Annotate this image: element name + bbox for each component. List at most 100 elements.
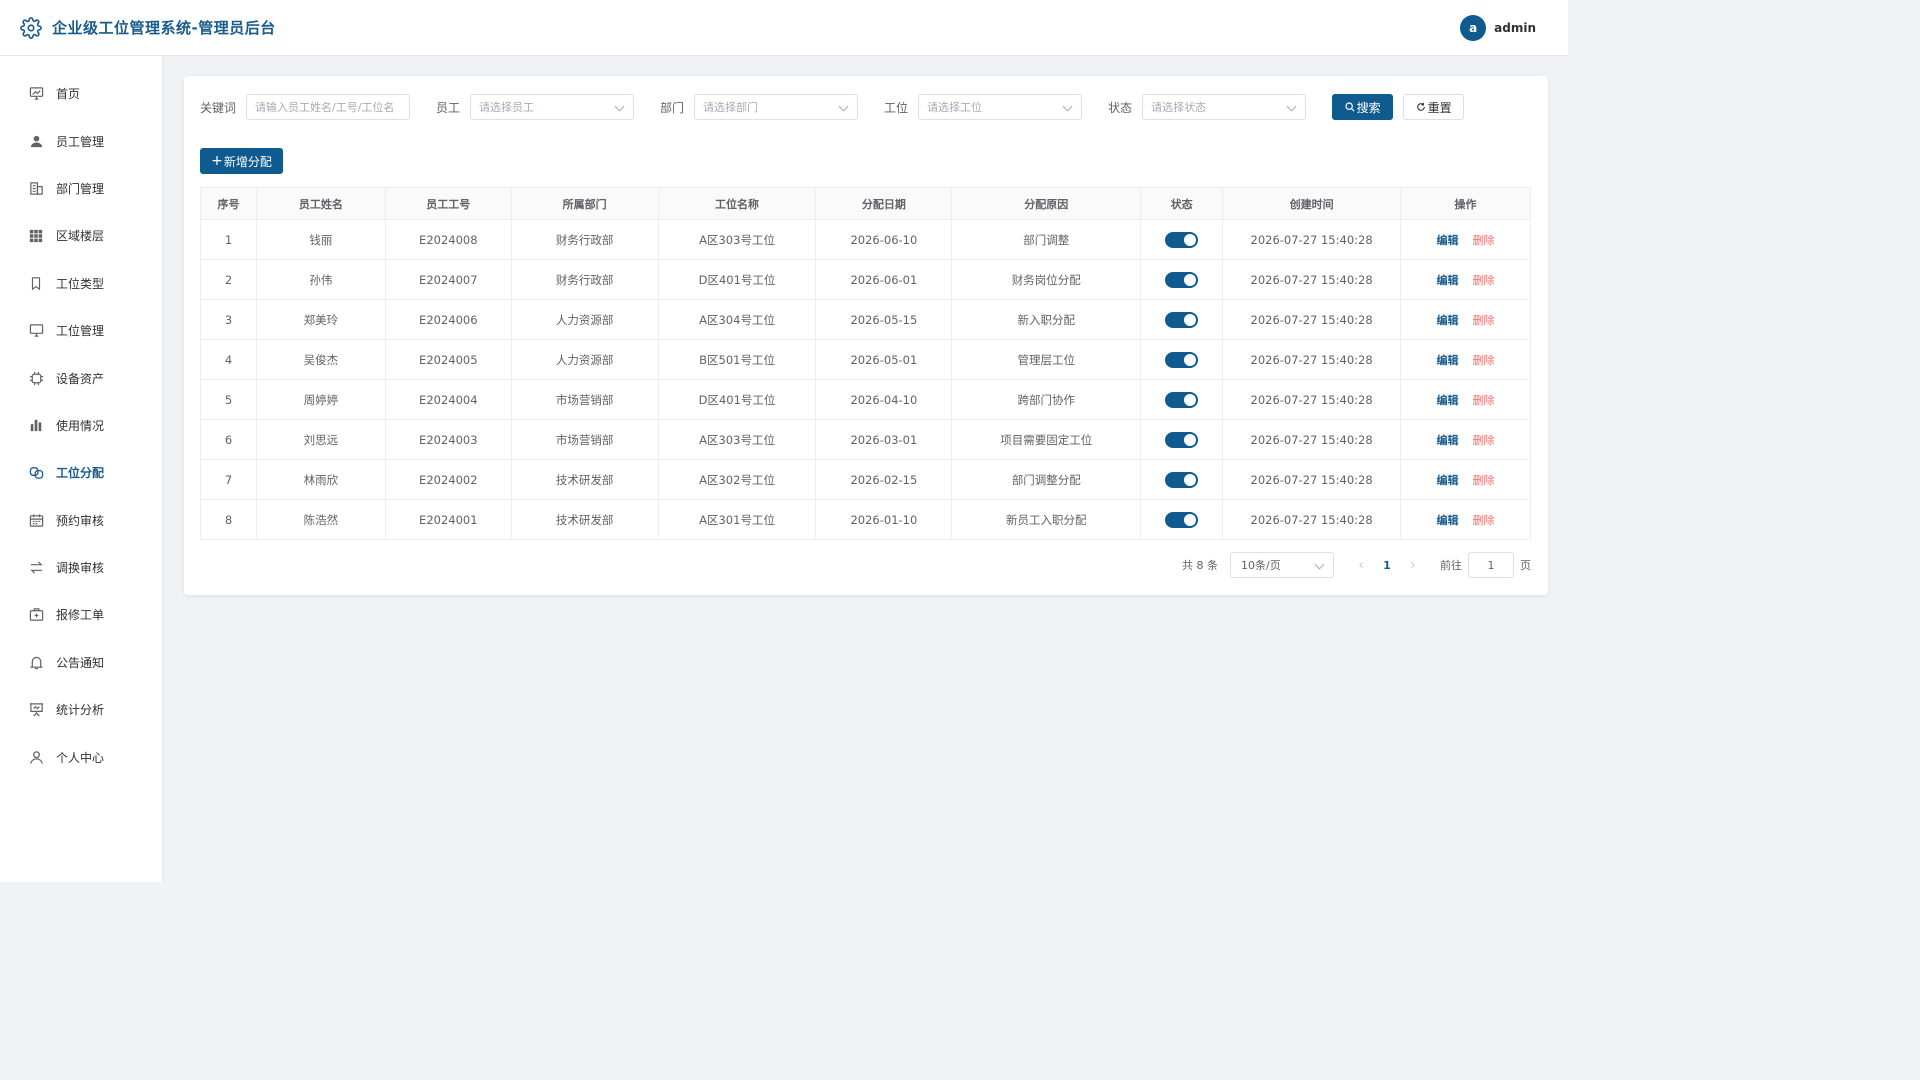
current-page[interactable]: 1	[1374, 559, 1400, 572]
table-row: 7 林雨欣 E2024002 技术研发部 A区302号工位 2026-02-15…	[200, 459, 1531, 500]
col-id: 员工工号	[384, 187, 512, 220]
status-toggle[interactable]	[1165, 271, 1199, 288]
sidebar-item-floors[interactable]: 区域楼层	[0, 212, 162, 259]
sidebar-item-announcements[interactable]: 公告通知	[0, 639, 162, 686]
next-page-button[interactable]: ›	[1400, 558, 1426, 573]
status-toggle[interactable]	[1165, 471, 1199, 488]
user-outline-icon	[28, 749, 44, 765]
goto-page-input[interactable]: 1	[1468, 552, 1514, 578]
table-row: 5 周婷婷 E2024004 市场营销部 D区401号工位 2026-04-10…	[200, 379, 1531, 420]
sidebar-item-home[interactable]: 首页	[0, 70, 162, 117]
grid-icon	[28, 228, 44, 244]
sidebar-item-swap-review[interactable]: 调换审核	[0, 544, 162, 591]
chevron-down-icon	[1286, 101, 1297, 112]
status-toggle[interactable]	[1165, 351, 1199, 368]
edit-link[interactable]: 编辑	[1437, 314, 1459, 327]
toolbox-icon	[28, 607, 44, 623]
bookmark-icon	[28, 275, 44, 291]
delete-link[interactable]: 删除	[1473, 274, 1495, 287]
refresh-icon	[1416, 102, 1426, 112]
prev-page-button[interactable]: ‹	[1348, 558, 1374, 573]
page-unit: 页	[1520, 559, 1531, 572]
plus-icon: +	[211, 153, 223, 169]
table-row: 3 郑美玲 E2024006 人力资源部 A区304号工位 2026-05-15…	[200, 299, 1531, 340]
add-assignment-button[interactable]: + 新增分配	[200, 148, 283, 174]
monitor-icon	[28, 323, 44, 339]
delete-link[interactable]: 删除	[1473, 234, 1495, 247]
sidebar-item-assets[interactable]: 设备资产	[0, 354, 162, 401]
chevron-down-icon	[838, 101, 849, 112]
employee-label: 员工	[436, 100, 461, 115]
employee-select[interactable]: 请选择员工	[470, 94, 635, 120]
status-toggle[interactable]	[1165, 391, 1199, 408]
user-menu[interactable]: a admin	[1460, 15, 1536, 41]
delete-link[interactable]: 删除	[1473, 474, 1495, 487]
status-select[interactable]: 请选择状态	[1142, 94, 1307, 120]
page-size-select[interactable]: 10条/页	[1230, 552, 1334, 578]
user-icon	[28, 133, 44, 149]
sidebar-item-reservation-review[interactable]: 预约审核	[0, 497, 162, 544]
delete-link[interactable]: 删除	[1473, 514, 1495, 527]
edit-link[interactable]: 编辑	[1437, 354, 1459, 367]
total-count: 共 8 条	[1182, 559, 1218, 572]
delete-link[interactable]: 删除	[1473, 354, 1495, 367]
chevron-down-icon	[1062, 101, 1073, 112]
col-dept: 所属部门	[510, 187, 659, 220]
status-toggle[interactable]	[1165, 231, 1199, 248]
edit-link[interactable]: 编辑	[1437, 234, 1459, 247]
sidebar-item-seat-types[interactable]: 工位类型	[0, 260, 162, 307]
col-created: 创建时间	[1222, 187, 1402, 220]
edit-link[interactable]: 编辑	[1437, 394, 1459, 407]
delete-link[interactable]: 删除	[1473, 434, 1495, 447]
table-row: 1 钱丽 E2024008 财务行政部 A区303号工位 2026-06-10 …	[200, 219, 1531, 260]
search-button[interactable]: 搜索	[1332, 94, 1394, 120]
dept-label: 部门	[660, 100, 685, 115]
reset-button[interactable]: 重置	[1403, 94, 1465, 120]
delete-link[interactable]: 删除	[1473, 394, 1495, 407]
goto-label: 前往	[1440, 559, 1462, 572]
sidebar-item-seats[interactable]: 工位管理	[0, 307, 162, 354]
delete-link[interactable]: 删除	[1473, 314, 1495, 327]
chevron-down-icon	[1314, 559, 1325, 570]
cpu-icon	[28, 370, 44, 386]
col-status: 状态	[1140, 187, 1224, 220]
edit-link[interactable]: 编辑	[1437, 474, 1459, 487]
search-icon	[1344, 102, 1355, 112]
swap-icon	[28, 560, 44, 576]
username[interactable]: admin	[1494, 21, 1536, 35]
sidebar-item-statistics[interactable]: 统计分析	[0, 686, 162, 733]
table-header-row: 序号 员工姓名 员工工号 所属部门 工位名称 分配日期 分配原因 状态 创建时间…	[200, 187, 1531, 220]
table-row: 4 吴俊杰 E2024005 人力资源部 B区501号工位 2026-05-01…	[200, 339, 1531, 380]
link-icon	[28, 465, 44, 481]
monitor-chart-icon	[28, 86, 44, 102]
sidebar-item-employees[interactable]: 员工管理	[0, 117, 162, 164]
bell-icon	[28, 654, 44, 670]
status-toggle[interactable]	[1165, 311, 1199, 328]
bar-chart-icon	[28, 417, 44, 433]
dept-select[interactable]: 请选择部门	[694, 94, 859, 120]
col-reason: 分配原因	[951, 187, 1142, 220]
table-row: 6 刘思远 E2024003 市场营销部 A区303号工位 2026-03-01…	[200, 419, 1531, 460]
status-toggle[interactable]	[1165, 511, 1199, 528]
edit-link[interactable]: 编辑	[1437, 274, 1459, 287]
edit-link[interactable]: 编辑	[1437, 514, 1459, 527]
avatar[interactable]: a	[1460, 15, 1487, 41]
presentation-icon	[28, 702, 44, 718]
status-toggle[interactable]	[1165, 431, 1199, 448]
sidebar-item-seat-assignment[interactable]: 工位分配	[0, 449, 162, 496]
keyword-input[interactable]: 请输入员工姓名/工号/工位名	[246, 94, 411, 120]
sidebar-item-usage[interactable]: 使用情况	[0, 402, 162, 449]
edit-link[interactable]: 编辑	[1437, 434, 1459, 447]
col-seat: 工位名称	[657, 187, 817, 220]
app-title: 企业级工位管理系统-管理员后台	[52, 19, 276, 37]
sidebar-item-repair-orders[interactable]: 报修工单	[0, 591, 162, 638]
table-row: 2 孙伟 E2024007 财务行政部 D区401号工位 2026-06-01 …	[200, 259, 1531, 300]
seat-select[interactable]: 请选择工位	[918, 94, 1083, 120]
status-label: 状态	[1108, 100, 1133, 115]
col-name: 员工姓名	[255, 187, 386, 220]
sidebar-item-departments[interactable]: 部门管理	[0, 165, 162, 212]
col-actions: 操作	[1400, 187, 1531, 220]
sidebar-item-profile[interactable]: 个人中心	[0, 733, 162, 780]
seat-label: 工位	[884, 100, 909, 115]
col-date: 分配日期	[815, 187, 953, 220]
